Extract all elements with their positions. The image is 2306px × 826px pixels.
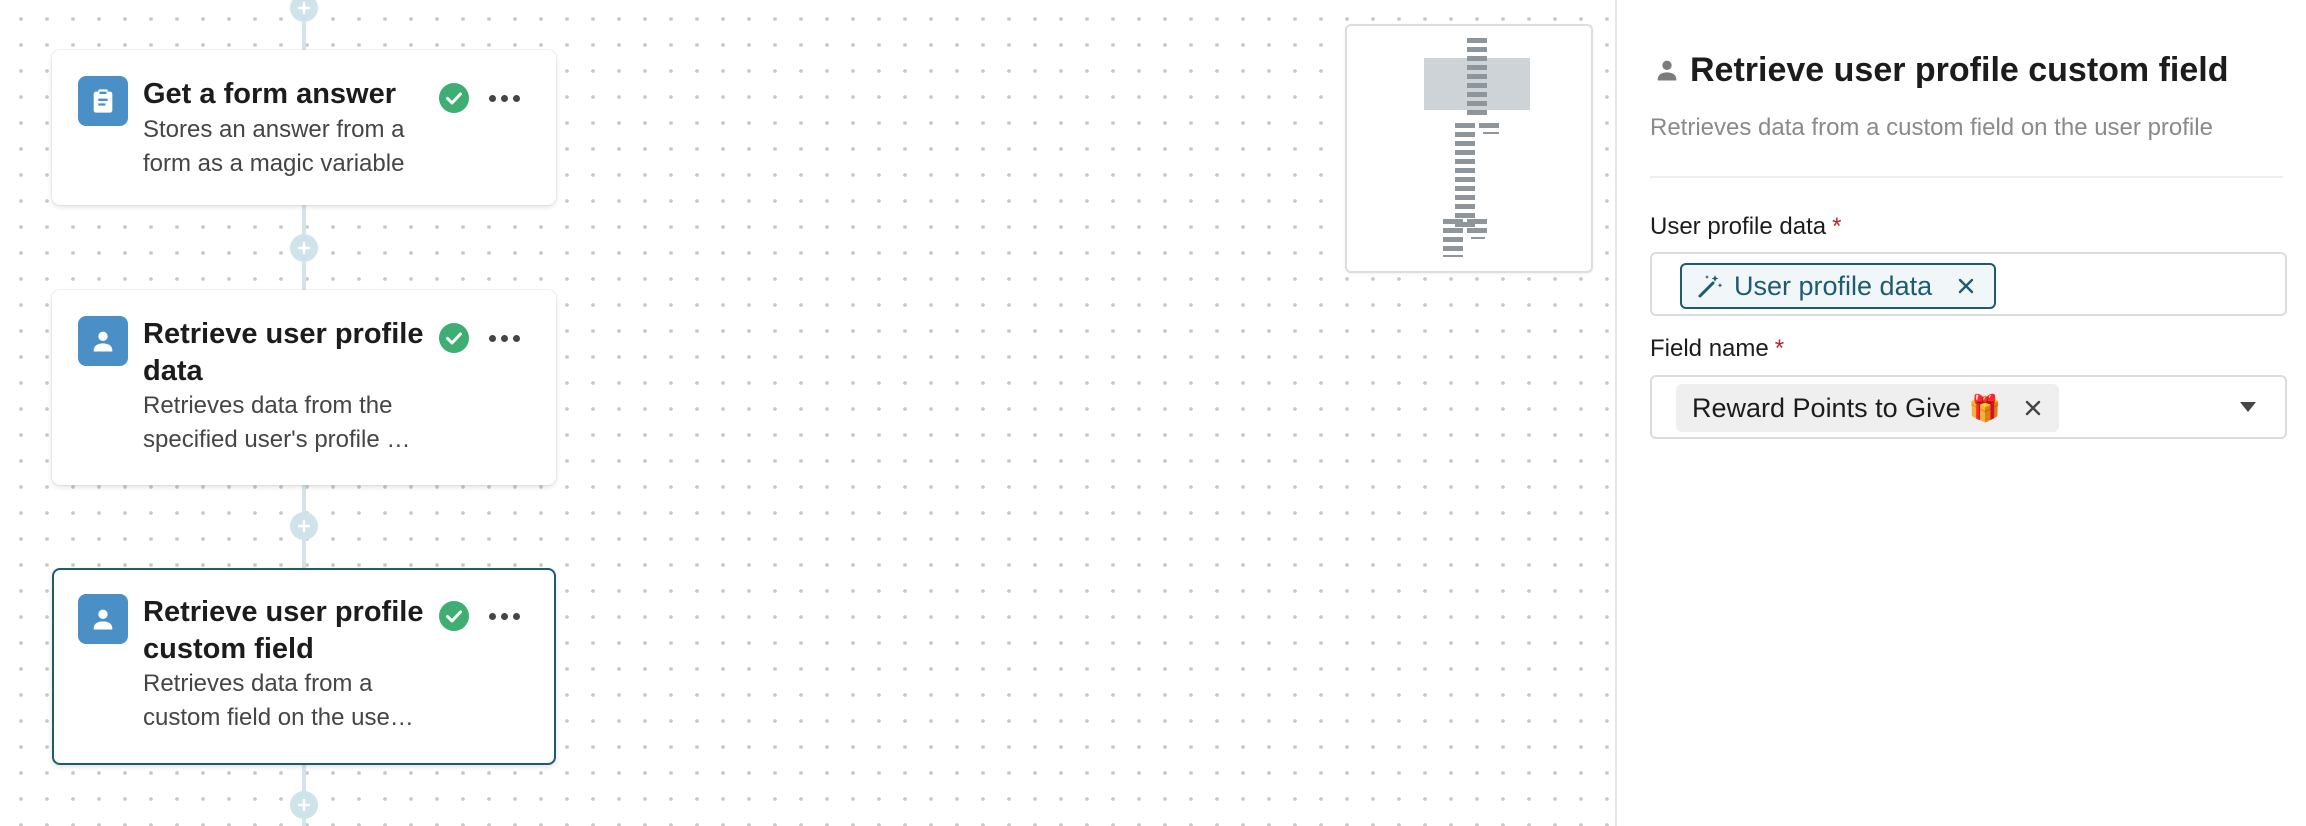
panel-subtitle: Retrieves data from a custom field on th… — [1650, 114, 2213, 141]
minimap-preview — [1424, 38, 1530, 257]
required-mark: * — [1774, 335, 1785, 362]
workflow-minimap[interactable] — [1345, 24, 1593, 273]
field-name-token[interactable]: Reward Points to Give 🎁 — [1676, 384, 2059, 432]
panel-title: Retrieve user profile custom field — [1690, 51, 2229, 89]
step-config-panel: Retrieve user profile custom field Retri… — [1617, 0, 2306, 826]
remove-token-icon[interactable] — [2021, 396, 2045, 420]
user-profile-data-token[interactable]: User profile data — [1680, 263, 1997, 309]
more-options-icon[interactable] — [482, 600, 526, 632]
step-description: Retrieves data from the specified user's… — [143, 392, 411, 453]
step-title: Get a form answer — [143, 78, 397, 110]
add-step-button[interactable] — [290, 791, 318, 819]
step-title: Retrieve user profile custom field — [143, 596, 424, 665]
field-name-select[interactable]: Reward Points to Give 🎁 — [1650, 375, 2287, 439]
step-description: Stores an answer from a form as a magic … — [143, 116, 405, 177]
workflow-canvas[interactable]: Get a form answer Stores an answer from … — [0, 0, 1615, 826]
plus-icon — [297, 519, 311, 533]
step-card-get-form-answer[interactable]: Get a form answer Stores an answer from … — [52, 50, 556, 205]
token-label: User profile data — [1734, 270, 1933, 301]
clipboard-icon — [78, 76, 128, 126]
user-profile-data-label: User profile data * — [1650, 213, 1842, 240]
more-options-icon[interactable] — [482, 322, 526, 354]
user-icon — [78, 594, 128, 644]
plus-icon — [297, 798, 311, 812]
check-circle-icon — [439, 601, 469, 631]
divider — [1650, 176, 2283, 178]
check-circle-icon — [439, 323, 469, 353]
chevron-down-icon[interactable] — [2239, 401, 2257, 413]
user-icon — [1653, 56, 1681, 84]
token-label: Reward Points to Give — [1692, 392, 1961, 423]
step-card-retrieve-user-profile-custom-field[interactable]: Retrieve user profile custom field Retri… — [52, 568, 556, 765]
add-step-button[interactable] — [290, 0, 318, 22]
add-step-button[interactable] — [290, 512, 318, 540]
check-circle-icon — [439, 83, 469, 113]
field-name-label: Field name * — [1650, 335, 1785, 362]
magic-wand-icon — [1696, 272, 1724, 300]
user-icon — [78, 316, 128, 366]
more-options-icon[interactable] — [482, 82, 526, 114]
remove-token-icon[interactable] — [1954, 274, 1978, 298]
user-profile-data-field[interactable]: User profile data — [1650, 252, 2287, 316]
add-step-button[interactable] — [290, 234, 318, 262]
gift-icon: 🎁 — [1968, 393, 2001, 423]
plus-icon — [297, 241, 311, 255]
plus-icon — [297, 1, 311, 15]
step-card-retrieve-user-profile-data[interactable]: Retrieve user profile data Retrieves dat… — [52, 290, 556, 485]
required-mark: * — [1832, 213, 1842, 240]
step-title: Retrieve user profile data — [143, 318, 424, 387]
step-description: Retrieves data from a custom field on th… — [143, 670, 414, 731]
